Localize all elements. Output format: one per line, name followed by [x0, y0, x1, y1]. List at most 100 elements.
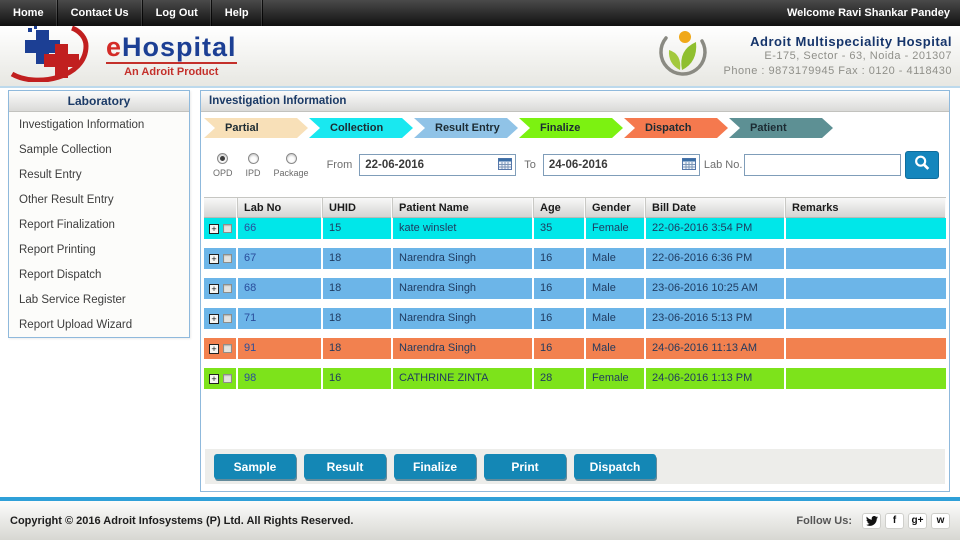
table-row[interactable]: 71 18 Narendra Singh 16 Male 23-06-2016 …	[204, 308, 946, 329]
labno-input[interactable]	[744, 154, 902, 176]
cell-bill-date: 24-06-2016 11:13 AM	[646, 338, 786, 359]
row-checkbox[interactable]	[223, 284, 232, 293]
cell-lab-no[interactable]: 68	[238, 278, 323, 299]
patient-type-radio[interactable]: IPD	[245, 152, 261, 178]
cell-patient-name: Narendra Singh	[393, 308, 534, 329]
patient-type-radio[interactable]: OPD	[213, 152, 233, 178]
nav-item[interactable]: Home	[0, 0, 58, 26]
workflow-step[interactable]: Patient	[729, 118, 833, 138]
from-date-input[interactable]: 22-06-2016	[359, 154, 517, 176]
google-plus-icon[interactable]: g+	[908, 512, 927, 529]
row-controls	[204, 308, 238, 329]
nav-item[interactable]: Help	[212, 0, 263, 26]
sidebar-item[interactable]: Investigation Information	[9, 112, 189, 137]
radio-icon[interactable]	[217, 152, 229, 164]
cell-gender: Female	[586, 368, 646, 389]
sidebar-item[interactable]: Report Dispatch	[9, 262, 189, 287]
sidebar-item[interactable]: Report Finalization	[9, 212, 189, 237]
expand-icon[interactable]	[209, 223, 219, 234]
row-controls	[204, 278, 238, 299]
investigation-panel: Investigation Information Partial Collec…	[200, 90, 950, 492]
expand-icon[interactable]	[209, 313, 219, 324]
col-lab-no: Lab No	[238, 198, 323, 218]
action-button[interactable]: Sample	[214, 454, 296, 479]
expand-icon[interactable]	[209, 253, 219, 264]
workflow-step[interactable]: Finalize	[519, 118, 623, 138]
col-uhid: UHID	[323, 198, 393, 218]
row-checkbox[interactable]	[223, 374, 232, 383]
facebook-icon[interactable]: f	[885, 512, 904, 529]
to-date-input[interactable]: 24-06-2016	[542, 154, 700, 176]
cell-remarks	[786, 278, 946, 299]
workflow-step[interactable]: Collection	[309, 118, 413, 138]
col-bill-date: Bill Date	[646, 198, 786, 218]
nav-item[interactable]: Log Out	[143, 0, 212, 26]
cell-remarks	[786, 368, 946, 389]
table-row[interactable]: 98 16 CATHRINE ZINTA 28 Female 24-06-201…	[204, 368, 946, 389]
search-button[interactable]	[905, 151, 939, 179]
hospital-logo-icon	[652, 28, 710, 85]
patient-type-radio[interactable]: Package	[274, 152, 309, 178]
sidebar-item[interactable]: Sample Collection	[9, 137, 189, 162]
radio-icon[interactable]	[247, 152, 259, 164]
footer: Copyright © 2016 Adroit Infosystems (P) …	[0, 501, 960, 540]
row-checkbox[interactable]	[223, 344, 232, 353]
cell-gender: Female	[586, 218, 646, 239]
twitter-icon[interactable]	[862, 512, 881, 529]
table-row[interactable]: 66 15 kate winslet 35 Female 22-06-2016 …	[204, 218, 946, 239]
radio-icon[interactable]	[285, 152, 297, 164]
row-checkbox[interactable]	[223, 254, 232, 263]
row-controls	[204, 368, 238, 389]
search-icon	[913, 154, 931, 177]
nav-item[interactable]: Contact Us	[58, 0, 143, 26]
header-band: eHospital An Adroit Product Adroit Multi…	[0, 25, 960, 88]
workflow-step[interactable]: Partial	[204, 118, 308, 138]
row-controls	[204, 248, 238, 269]
from-date-value: 22-06-2016	[365, 159, 425, 171]
hospital-phone: Phone : 9873179945 Fax : 0120 - 4118430	[723, 64, 952, 77]
workflow-step[interactable]: Dispatch	[624, 118, 728, 138]
cell-uhid: 18	[323, 308, 393, 329]
action-button[interactable]: Finalize	[394, 454, 476, 479]
cell-lab-no[interactable]: 71	[238, 308, 323, 329]
expand-icon[interactable]	[209, 373, 219, 384]
welcome-user-text: Welcome Ravi Shankar Pandey	[786, 7, 950, 19]
cell-lab-no[interactable]: 91	[238, 338, 323, 359]
row-checkbox[interactable]	[223, 224, 232, 233]
radio-label: IPD	[245, 167, 261, 178]
laboratory-sidebar: Laboratory Investigation Information Sam…	[8, 90, 190, 338]
sidebar-item[interactable]: Report Upload Wizard	[9, 312, 189, 337]
calendar-icon[interactable]	[681, 157, 696, 173]
sidebar-item[interactable]: Result Entry	[9, 162, 189, 187]
action-button[interactable]: Result	[304, 454, 386, 479]
table-row[interactable]: 68 18 Narendra Singh 16 Male 23-06-2016 …	[204, 278, 946, 299]
cell-lab-no[interactable]: 67	[238, 248, 323, 269]
table-row[interactable]: 91 18 Narendra Singh 16 Male 24-06-2016 …	[204, 338, 946, 359]
row-checkbox[interactable]	[223, 314, 232, 323]
wordpress-icon[interactable]: w	[931, 512, 950, 529]
action-button[interactable]: Print	[484, 454, 566, 479]
sidebar-item[interactable]: Lab Service Register	[9, 287, 189, 312]
cell-gender: Male	[586, 338, 646, 359]
cell-patient-name: kate winslet	[393, 218, 534, 239]
workflow-steps: Partial Collection Result Entry Finalize…	[204, 118, 946, 138]
cell-lab-no[interactable]: 66	[238, 218, 323, 239]
ehospital-logo: eHospital An Adroit Product	[8, 25, 237, 87]
col-gender: Gender	[586, 198, 646, 218]
expand-icon[interactable]	[209, 343, 219, 354]
action-button[interactable]: Dispatch	[574, 454, 656, 479]
cell-bill-date: 22-06-2016 3:54 PM	[646, 218, 786, 239]
action-button-bar: Sample Result Finalize Print Dispatch	[205, 449, 945, 484]
sidebar-item[interactable]: Report Printing	[9, 237, 189, 262]
cell-patient-name: Narendra Singh	[393, 338, 534, 359]
sidebar-item[interactable]: Other Result Entry	[9, 187, 189, 212]
table-row[interactable]: 67 18 Narendra Singh 16 Male 22-06-2016 …	[204, 248, 946, 269]
workflow-step[interactable]: Result Entry	[414, 118, 518, 138]
calendar-icon[interactable]	[498, 157, 513, 173]
expand-icon[interactable]	[209, 283, 219, 294]
cell-patient-name: CATHRINE ZINTA	[393, 368, 534, 389]
cell-uhid: 18	[323, 248, 393, 269]
cell-age: 28	[534, 368, 586, 389]
hospital-address: E-175, Sector - 63, Noida - 201307	[764, 49, 952, 62]
cell-lab-no[interactable]: 98	[238, 368, 323, 389]
